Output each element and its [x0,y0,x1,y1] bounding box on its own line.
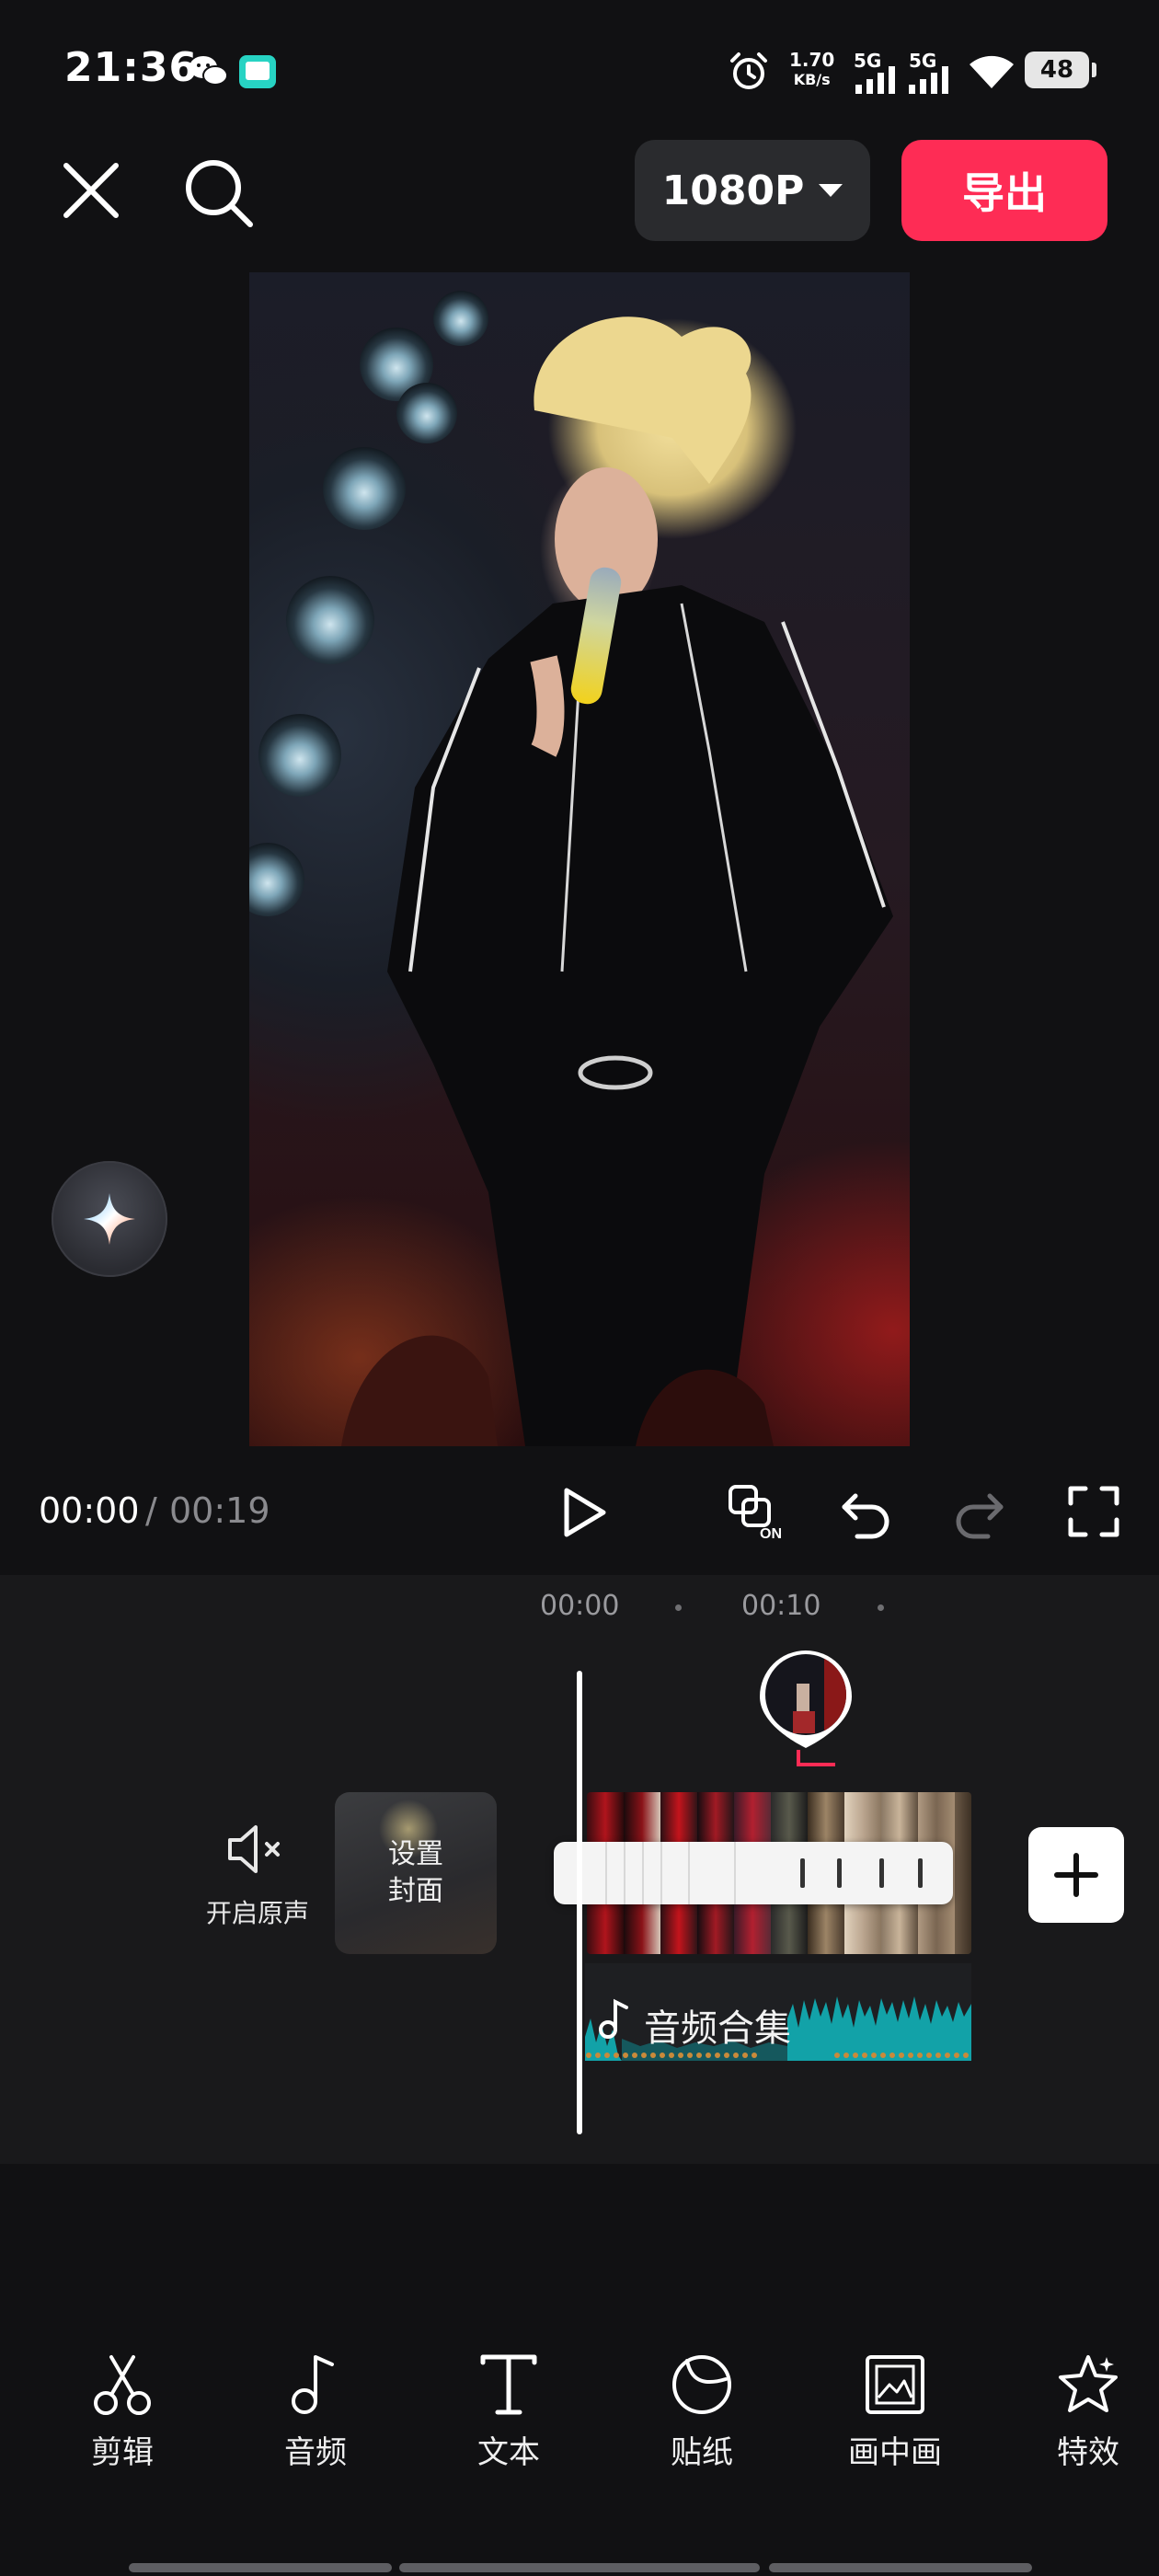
ruler-dot [878,1604,884,1611]
tool-effects[interactable]: 特效 [1028,2352,1148,2472]
transition-mark[interactable] [800,1858,805,1888]
music-note-icon [599,1998,628,2039]
performer-figure [341,316,893,1446]
signal-bars-icon [909,66,948,94]
toolbar-scroll-indicator [399,2563,760,2572]
svg-text:ON: ON [760,1526,782,1542]
text-icon [480,2354,537,2415]
video-preview[interactable] [249,272,910,1446]
tool-edit[interactable]: 剪辑 [63,2352,182,2472]
tool-pip-label: 画中画 [848,2434,942,2471]
clip-frame [955,1792,971,1954]
picture-in-picture-icon [866,2355,924,2414]
transition-ghost [701,1842,736,1904]
sparkle-icon [84,1193,135,1245]
sticker-icon [672,2355,731,2414]
music-note-icon [292,2355,334,2414]
play-icon[interactable] [556,1485,611,1540]
ruler-label: 00:10 [741,1590,821,1622]
network-speed-unit: KB/s [793,71,831,88]
tool-audio[interactable]: 音频 [256,2352,375,2472]
scissors-icon [94,2355,151,2415]
ai-assistant-button[interactable] [52,1161,167,1277]
resolution-dropdown[interactable]: 1080P [635,140,870,241]
wifi-icon [970,55,1014,88]
cover-label-line1: 设置 [388,1838,443,1870]
transition-mark[interactable] [837,1858,842,1888]
cover-label-line2: 封面 [388,1875,443,1907]
fullscreen-icon[interactable] [1065,1483,1122,1540]
ruler-dot [675,1604,682,1611]
playhead[interactable] [577,1671,582,2134]
status-time: 21:36 [64,44,199,91]
transition-ghost [655,1842,690,1904]
add-clip-button[interactable] [1028,1827,1124,1923]
alarm-icon [730,52,767,89]
set-cover-label: 设置 封面 [335,1792,497,1954]
tool-edit-label: 剪辑 [91,2434,154,2471]
transition-mark[interactable] [918,1858,923,1888]
enable-original-sound-label[interactable]: 开启原声 [193,1893,322,1930]
audio-collection-label: 音频合集 [644,2007,791,2050]
tool-pip[interactable]: 画中画 [835,2352,955,2472]
transition-markers-bar[interactable] [554,1842,953,1904]
tool-text[interactable]: 文本 [449,2352,568,2472]
tool-text-label: 文本 [477,2434,540,2471]
undo-icon[interactable] [837,1483,894,1540]
plus-icon [1054,1853,1098,1897]
ruler-label: 00:00 [540,1590,620,1622]
tool-audio-label: 音频 [284,2434,347,2471]
network-speed-value: 1.70 [789,49,835,71]
tool-effects-label: 特效 [1057,2434,1119,2471]
cover-marker-pin[interactable] [756,1647,855,1774]
app-notification-icon [239,55,276,88]
resolution-label: 1080P [661,167,805,214]
wechat-icon [189,56,228,86]
time-separator: / [145,1490,157,1531]
keyframe-on-icon[interactable]: ON [725,1481,786,1542]
tool-sticker[interactable]: 贴纸 [642,2352,762,2472]
close-icon[interactable] [55,155,127,226]
redo-icon[interactable] [951,1483,1008,1540]
effects-star-icon [1059,2355,1118,2412]
signal-bars-icon [855,66,895,94]
network-speed: 1.70 KB/s [789,50,834,90]
chevron-down-icon [819,184,843,197]
tool-sticker-label: 贴纸 [671,2434,733,2471]
export-button[interactable]: 导出 [901,140,1107,241]
speaker-mute-icon[interactable] [224,1822,291,1877]
battery-indicator: 48 [1025,52,1096,88]
transition-mark[interactable] [879,1858,884,1888]
total-time: 00:19 [169,1490,270,1531]
current-time: 00:00 [39,1490,140,1531]
toolbar-scroll-indicator [769,2563,1032,2572]
toolbar-scroll-indicator [129,2563,392,2572]
search-icon[interactable] [180,155,258,232]
set-cover-button[interactable]: 设置 封面 [335,1792,497,1954]
